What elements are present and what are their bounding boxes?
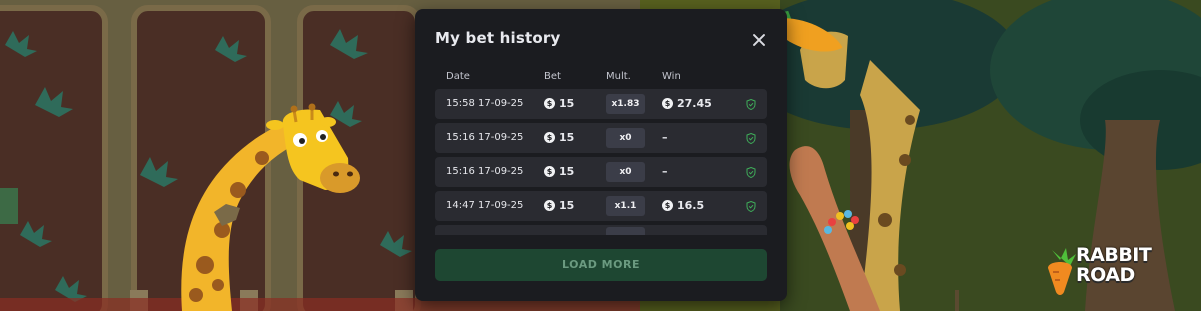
coin-icon: $ [544,166,555,177]
load-more-button[interactable]: LOAD MORE [435,249,767,281]
column-mult: Mult. [606,71,631,82]
table-row: 14:47 17-09-25 $15 x1.1 $16.5 [435,191,767,221]
logo-line-1: RABBIT [1076,244,1152,266]
table-row: 15:16 17-09-25 $15 x0 – [435,123,767,153]
coin-icon: $ [544,200,555,211]
close-icon[interactable] [751,32,767,48]
coin-icon: $ [544,98,555,109]
row-win: $16.5 [662,199,704,212]
logo-text: RABBIT ROAD [1076,244,1152,286]
row-win-amount: 16.5 [677,199,705,212]
modal-title: My bet history [435,29,561,47]
fairness-shield-icon[interactable] [746,201,756,212]
table-row: 15:58 17-09-25 $15 x1.83 $27.45 [435,89,767,119]
row-win-amount: – [662,131,668,144]
table-row-partial [435,225,767,235]
row-date: 15:16 17-09-25 [446,132,524,143]
column-win: Win [662,71,681,82]
row-multiplier [606,227,645,235]
row-bet: $15 [544,165,574,178]
row-date: 15:58 17-09-25 [446,98,524,109]
row-bet-amount: 15 [559,131,575,144]
row-bet: $15 [544,199,574,212]
row-multiplier: x0 [606,128,645,148]
logo-line-2: ROAD [1076,264,1135,286]
coin-icon: $ [544,132,555,143]
row-multiplier: x1.1 [606,196,645,216]
row-win-amount: 27.45 [677,97,712,110]
fairness-shield-icon[interactable] [746,133,756,144]
row-multiplier: x1.83 [606,94,645,114]
table-row: 15:16 17-09-25 $15 x0 – [435,157,767,187]
fairness-shield-icon[interactable] [746,99,756,110]
fairness-shield-icon[interactable] [746,167,756,178]
row-multiplier: x0 [606,162,645,182]
row-win: – [662,131,668,144]
row-bet-amount: 15 [559,97,575,110]
row-bet: $15 [544,97,574,110]
row-date: 14:47 17-09-25 [446,200,524,211]
row-date: 15:16 17-09-25 [446,166,524,177]
row-win: – [662,165,668,178]
row-win: $27.45 [662,97,712,110]
row-bet: $15 [544,131,574,144]
row-win-amount: – [662,165,668,178]
rabbit-road-logo: RABBIT ROAD [1044,244,1184,296]
row-bet-amount: 15 [559,165,575,178]
table-header: Date Bet Mult. Win [435,71,767,85]
row-bet-amount: 15 [559,199,575,212]
coin-icon: $ [662,98,673,109]
column-bet: Bet [544,71,561,82]
bet-history-modal: My bet history Date Bet Mult. Win 15:58 … [415,9,787,301]
column-date: Date [446,71,470,82]
carrot-logo-icon [1048,248,1076,295]
coin-icon: $ [662,200,673,211]
bet-history-list[interactable]: 15:58 17-09-25 $15 x1.83 $27.45 15:16 17… [435,89,767,235]
